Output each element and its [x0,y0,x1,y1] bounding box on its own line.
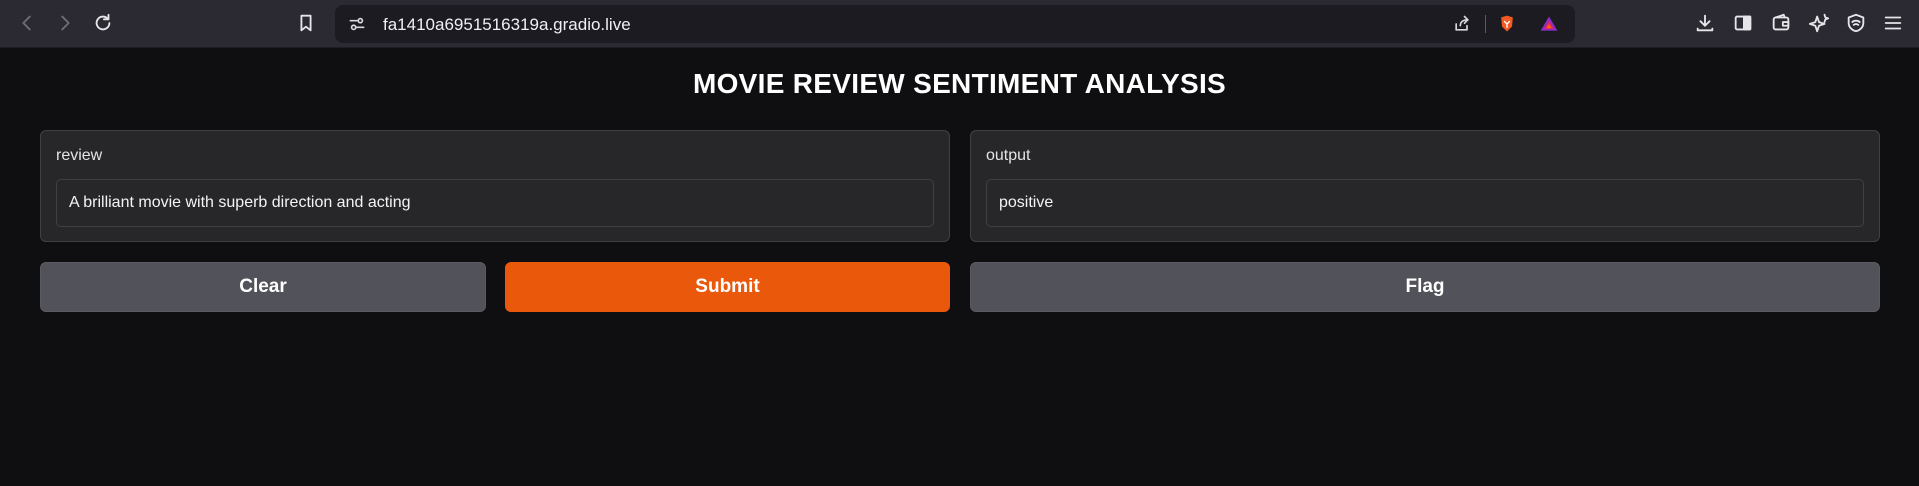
page-title: MOVIE REVIEW SENTIMENT ANALYSIS [692,68,1227,99]
output-panel: output positive [970,130,1880,242]
bookmark-icon[interactable] [293,10,319,36]
leo-ai-icon[interactable] [1806,10,1832,36]
address-bar[interactable]: fa1410a6951516319a.gradio.live [335,5,1575,43]
site-settings-icon[interactable] [345,12,369,36]
share-icon[interactable] [1450,12,1474,36]
review-label: review [56,147,103,164]
sidebar-icon[interactable] [1730,10,1756,36]
url-divider [1485,15,1486,33]
forward-icon[interactable] [52,10,78,36]
url-text[interactable]: fa1410a6951516319a.gradio.live [383,15,631,35]
back-icon[interactable] [14,10,40,36]
output-label: output [986,147,1031,164]
flag-button[interactable]: Flag [970,262,1880,312]
brave-rewards-icon[interactable] [1537,12,1561,36]
reload-icon[interactable] [90,10,116,36]
review-panel: review A brilliant movie with superb dir… [40,130,950,242]
browser-toolbar: fa1410a6951516319a.gradio.live [0,0,1919,48]
output-field: positive [986,179,1864,227]
brave-shields-icon[interactable] [1495,12,1519,36]
review-input[interactable]: A brilliant movie with superb direction … [56,179,934,227]
download-icon[interactable] [1692,10,1718,36]
clear-button[interactable]: Clear [40,262,486,312]
submit-button[interactable]: Submit [505,262,950,312]
menu-icon[interactable] [1880,10,1906,36]
wallet-icon[interactable] [1768,10,1794,36]
vpn-icon[interactable] [1843,10,1869,36]
